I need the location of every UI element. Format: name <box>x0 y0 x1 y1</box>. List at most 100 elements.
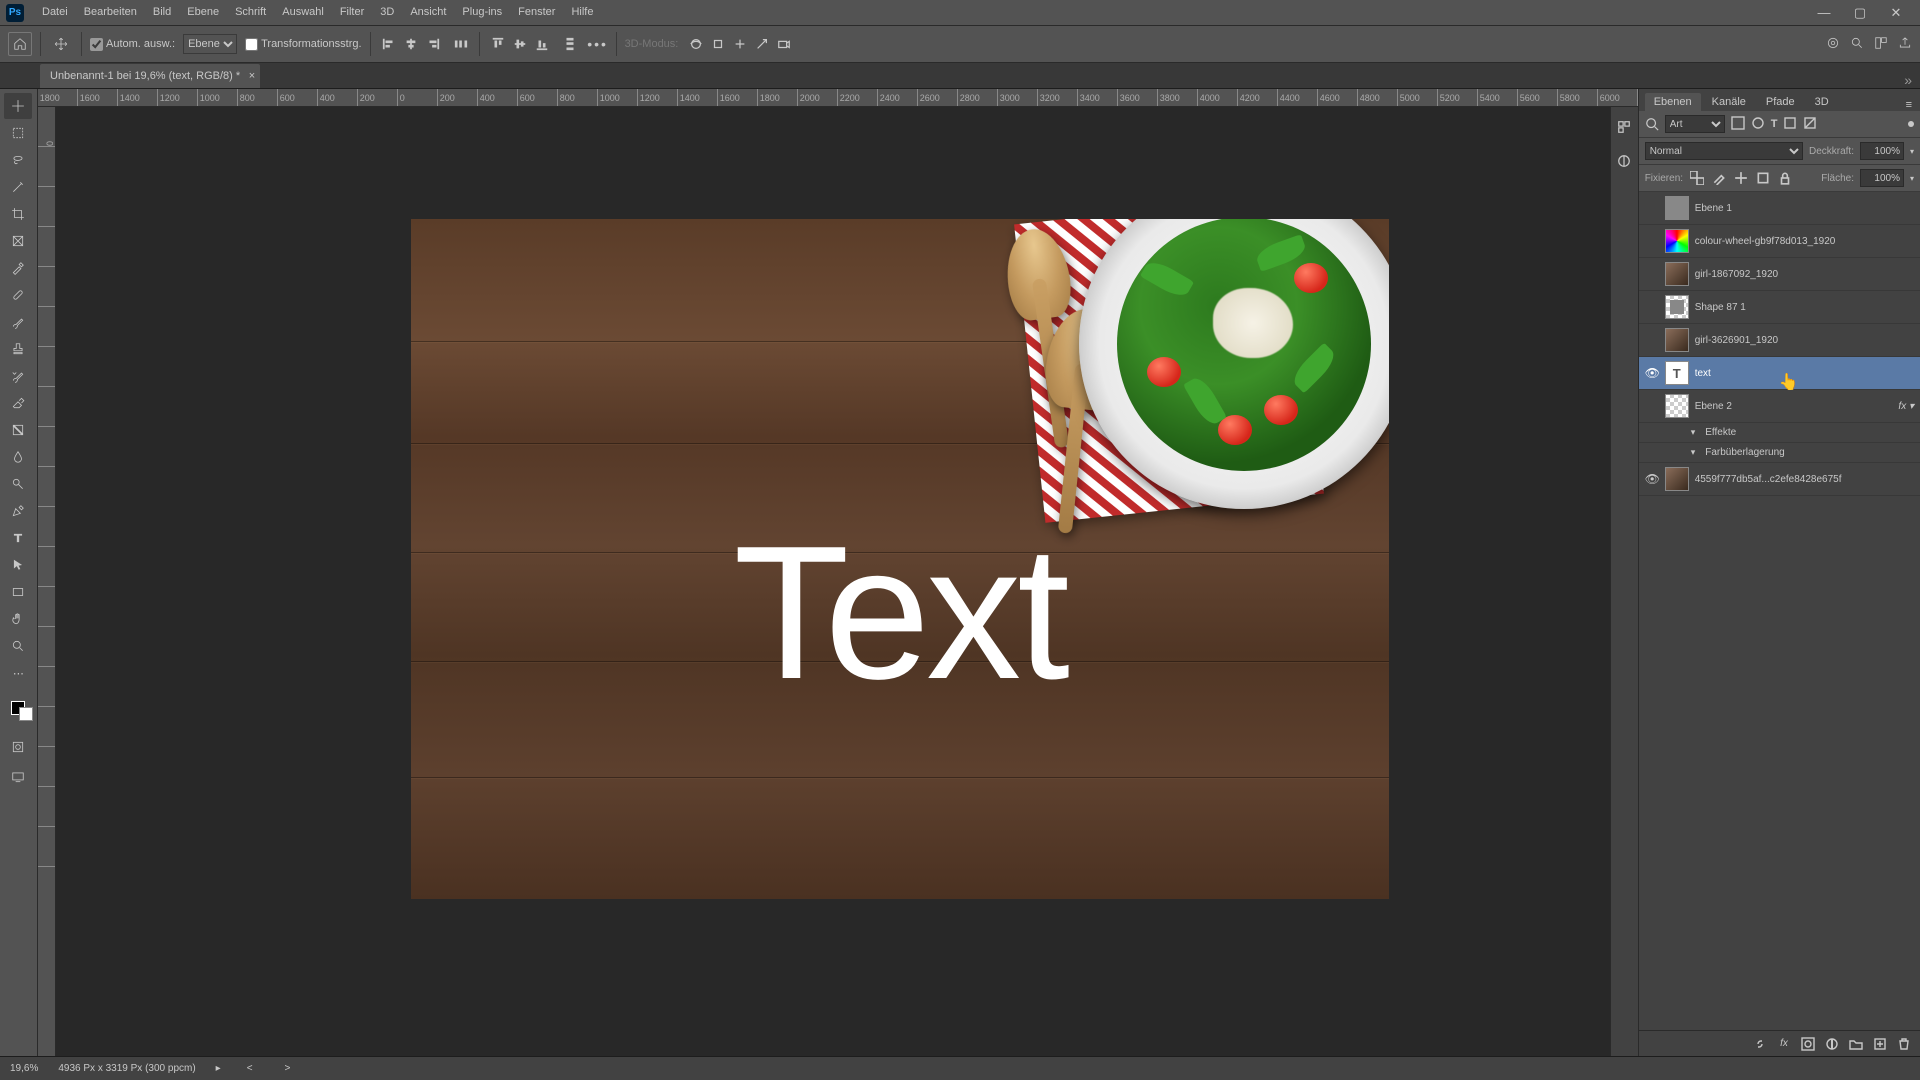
blend-mode-dropdown[interactable]: Normal <box>1645 142 1803 160</box>
menu-plugins[interactable]: Plug-ins <box>454 0 510 25</box>
distribute-h-button[interactable] <box>451 34 471 54</box>
align-bottom-button[interactable] <box>532 34 552 54</box>
menu-bild[interactable]: Bild <box>145 0 179 25</box>
quick-mask-button[interactable] <box>4 735 32 759</box>
type-tool[interactable] <box>4 525 32 551</box>
lock-pixels-button[interactable] <box>1711 170 1727 186</box>
lock-artboard-button[interactable] <box>1755 170 1771 186</box>
panel-tab-pfade[interactable]: Pfade <box>1757 93 1804 111</box>
visibility-toggle[interactable]: 👁 <box>1645 366 1659 380</box>
align-left-button[interactable] <box>379 34 399 54</box>
move-tool[interactable] <box>4 93 32 119</box>
zoom-tool[interactable] <box>4 633 32 659</box>
document-canvas[interactable]: Text <box>411 219 1389 899</box>
crop-tool[interactable] <box>4 201 32 227</box>
align-center-v-button[interactable] <box>510 34 530 54</box>
gradient-tool[interactable] <box>4 417 32 443</box>
auto-select-target-dropdown[interactable]: Ebene <box>183 34 237 54</box>
layer-row[interactable]: girl-3626901_1920 <box>1639 324 1920 357</box>
layer-row[interactable]: colour-wheel-gb9f78d013_1920 <box>1639 225 1920 258</box>
pen-tool[interactable] <box>4 498 32 524</box>
cloud-docs-button[interactable] <box>1826 36 1840 53</box>
menu-ebene[interactable]: Ebene <box>179 0 227 25</box>
transform-controls-input[interactable] <box>245 38 258 51</box>
align-more-button[interactable]: ••• <box>588 34 608 54</box>
distribute-v-button[interactable] <box>560 34 580 54</box>
adjustment-layer-button[interactable] <box>1824 1036 1840 1052</box>
panel-menu-button[interactable]: ≡ <box>1898 99 1920 111</box>
visibility-toggle[interactable]: 👁 <box>1645 472 1659 486</box>
threed-scale-button[interactable] <box>752 34 772 54</box>
menu-filter[interactable]: Filter <box>332 0 372 25</box>
status-nav-prev[interactable]: < <box>241 1063 259 1074</box>
frame-tool[interactable] <box>4 228 32 254</box>
layer-row[interactable]: girl-1867092_1920 <box>1639 258 1920 291</box>
canvas-viewport[interactable]: Text <box>56 107 1638 1056</box>
opacity-dropdown-icon[interactable]: ▾ <box>1910 147 1914 156</box>
close-tab-icon[interactable]: × <box>249 64 255 88</box>
menu-datei[interactable]: Datei <box>34 0 76 25</box>
auto-select-checkbox[interactable]: Autom. ausw.: <box>90 38 175 51</box>
panel-tab-3d[interactable]: 3D <box>1806 93 1838 111</box>
fill-input[interactable] <box>1860 169 1904 187</box>
menu-ansicht[interactable]: Ansicht <box>402 0 454 25</box>
ruler-vertical[interactable]: 0 <box>38 107 56 1056</box>
window-close[interactable]: ✕ <box>1878 0 1914 25</box>
lasso-tool[interactable] <box>4 147 32 173</box>
blur-tool[interactable] <box>4 444 32 470</box>
move-tool-indicator[interactable] <box>49 32 73 56</box>
opacity-input[interactable] <box>1860 142 1904 160</box>
canvas-text-layer[interactable]: Text <box>733 504 1065 722</box>
align-top-button[interactable] <box>488 34 508 54</box>
align-right-button[interactable] <box>423 34 443 54</box>
shape-tool[interactable] <box>4 579 32 605</box>
edit-toolbar-button[interactable]: ⋯ <box>4 660 32 686</box>
menu-auswahl[interactable]: Auswahl <box>274 0 332 25</box>
share-button[interactable] <box>1898 36 1912 53</box>
threed-slide-button[interactable] <box>730 34 750 54</box>
status-more-icon[interactable]: ▸ <box>216 1063 221 1074</box>
layer-mask-button[interactable] <box>1800 1036 1816 1052</box>
fx-indicator[interactable]: fx ▾ <box>1898 401 1914 412</box>
link-layers-button[interactable] <box>1752 1036 1768 1052</box>
window-maximize[interactable]: ▢ <box>1842 0 1878 25</box>
filter-adjust-button[interactable] <box>1751 116 1765 133</box>
group-layers-button[interactable] <box>1848 1036 1864 1052</box>
layer-style-button[interactable]: fx <box>1776 1036 1792 1052</box>
layer-row[interactable]: 👁4559f777db5af...c2efe8428e675f <box>1639 463 1920 496</box>
menu-schrift[interactable]: Schrift <box>227 0 274 25</box>
filter-type-button[interactable]: T <box>1771 118 1778 130</box>
layer-list[interactable]: 👆 Ebene 1colour-wheel-gb9f78d013_1920gir… <box>1639 192 1920 1030</box>
menu-bearbeiten[interactable]: Bearbeiten <box>76 0 145 25</box>
transform-controls-checkbox[interactable]: Transformationsstrg. <box>245 38 361 51</box>
delete-layer-button[interactable] <box>1896 1036 1912 1052</box>
eraser-tool[interactable] <box>4 390 32 416</box>
dodge-tool[interactable] <box>4 471 32 497</box>
brush-tool[interactable] <box>4 309 32 335</box>
history-brush-tool[interactable] <box>4 363 32 389</box>
stamp-tool[interactable] <box>4 336 32 362</box>
lock-transparency-button[interactable] <box>1689 170 1705 186</box>
new-layer-button[interactable] <box>1872 1036 1888 1052</box>
filter-toggle-button[interactable] <box>1908 121 1914 127</box>
status-nav-next[interactable]: > <box>279 1063 297 1074</box>
threed-orbit-button[interactable] <box>686 34 706 54</box>
lock-all-button[interactable] <box>1777 170 1793 186</box>
layer-row[interactable]: Ebene 1 <box>1639 192 1920 225</box>
layer-filter-kind-dropdown[interactable]: Art <box>1665 115 1725 133</box>
background-swatch[interactable] <box>19 707 33 721</box>
menu-3d[interactable]: 3D <box>372 0 402 25</box>
eyedropper-tool[interactable] <box>4 255 32 281</box>
fill-dropdown-icon[interactable]: ▾ <box>1910 174 1914 183</box>
panel-tab-ebenen[interactable]: Ebenen <box>1645 93 1701 111</box>
threed-camera-button[interactable] <box>774 34 794 54</box>
window-minimize[interactable]: — <box>1806 0 1842 25</box>
ruler-horizontal[interactable]: 1800160014001200100080060040020002004006… <box>38 89 1638 107</box>
auto-select-input[interactable] <box>90 38 103 51</box>
path-select-tool[interactable] <box>4 552 32 578</box>
zoom-level[interactable]: 19,6% <box>10 1063 38 1074</box>
align-center-h-button[interactable] <box>401 34 421 54</box>
layer-effect-row[interactable]: ▾Farbüberlagerung <box>1639 443 1920 463</box>
document-tab[interactable]: Unbenannt-1 bei 19,6% (text, RGB/8) * × <box>40 64 260 88</box>
panel-tab-kanaele[interactable]: Kanäle <box>1703 93 1755 111</box>
